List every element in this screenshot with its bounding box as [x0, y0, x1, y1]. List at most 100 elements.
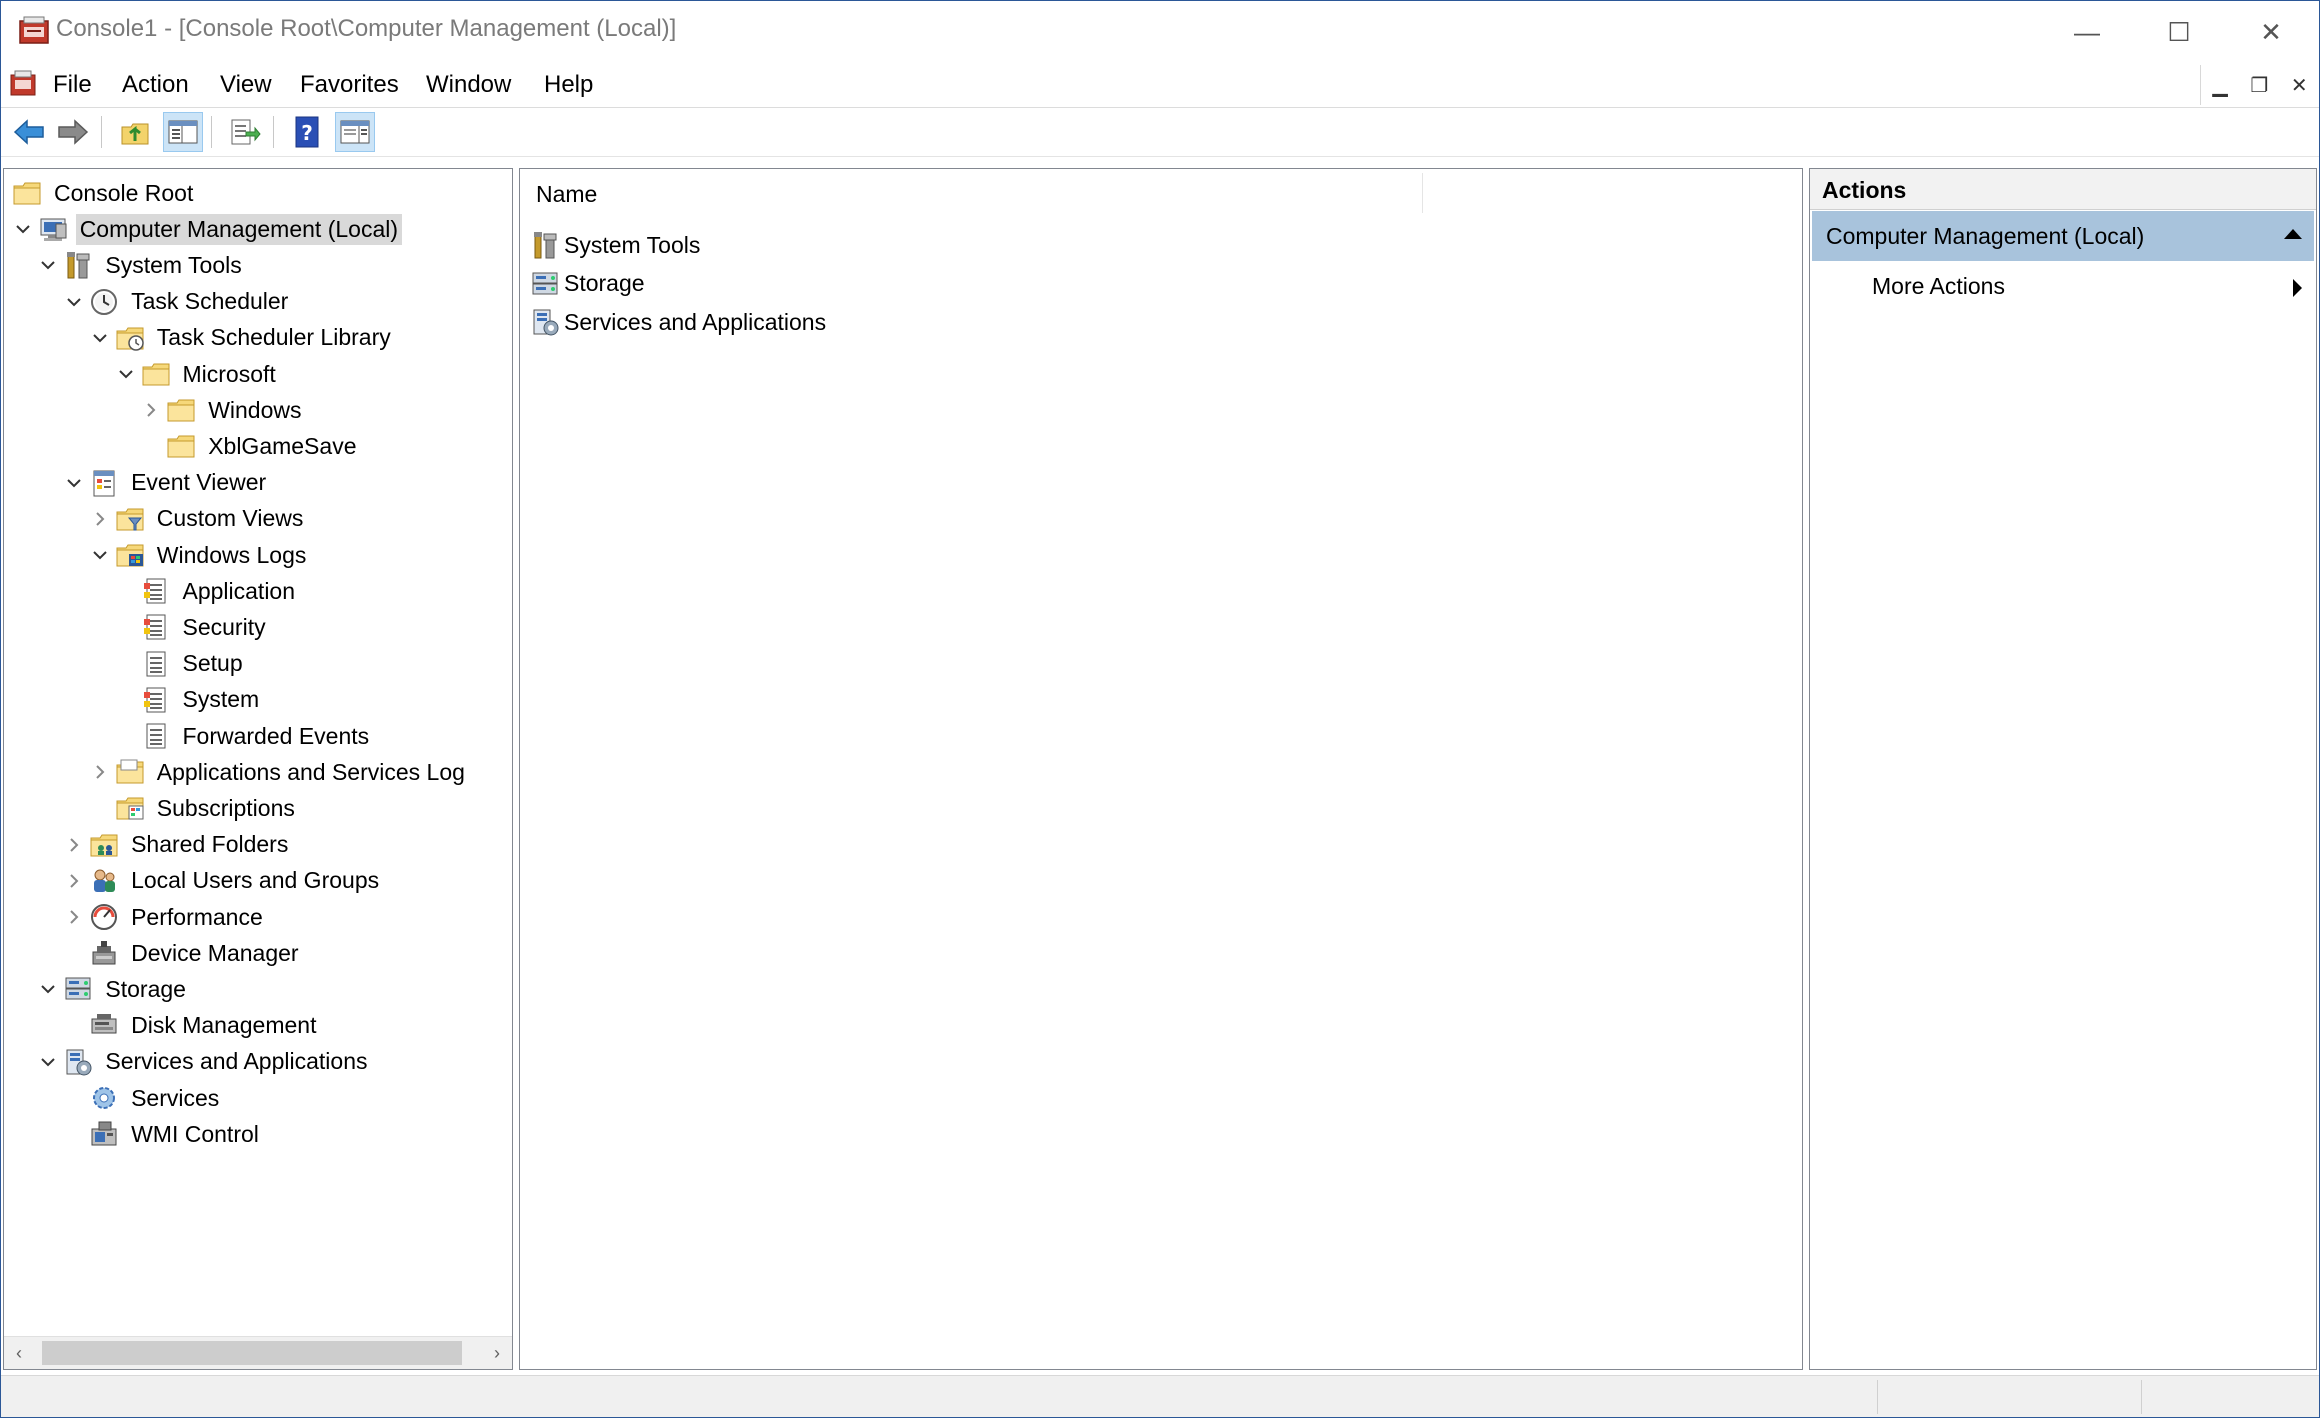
tree-node-label: Windows Logs — [156, 541, 307, 568]
tree-node[interactable]: Storage — [63, 971, 190, 1007]
users-icon — [94, 869, 116, 892]
tree-node[interactable]: Forwarded Events — [141, 718, 374, 754]
tree-node[interactable]: WMI Control — [89, 1116, 263, 1152]
menu-file[interactable]: File — [53, 71, 92, 99]
collapse-chevron-icon[interactable] — [63, 472, 85, 494]
scroll-left-button[interactable]: ‹ — [4, 1337, 34, 1369]
collapse-chevron-icon[interactable] — [37, 254, 59, 276]
list-header: Name — [520, 169, 1802, 217]
tree-node[interactable]: Shared Folders — [89, 827, 292, 863]
tree-node-label: System — [182, 686, 260, 713]
menu-view[interactable]: View — [220, 71, 272, 99]
menu-favorites[interactable]: Favorites — [300, 71, 399, 99]
mdi-restore-button[interactable]: ❐ — [2250, 73, 2268, 98]
tree-node[interactable]: Event Viewer — [89, 465, 270, 501]
scrollbar-thumb[interactable] — [42, 1341, 462, 1365]
close-button[interactable]: ✕ — [2225, 1, 2317, 63]
expand-chevron-icon[interactable] — [89, 761, 111, 783]
tree-node-label: Disk Management — [131, 1012, 317, 1039]
mdi-controls: ▁ ❐ ✕ — [2200, 65, 2319, 105]
tree-node[interactable]: Setup — [141, 646, 247, 682]
tree-node[interactable]: Services and Applications — [63, 1044, 371, 1080]
submenu-arrow-icon[interactable] — [2293, 279, 2302, 297]
tree-node[interactable]: Disk Management — [89, 1008, 320, 1044]
tree-node[interactable]: Custom Views — [115, 501, 308, 537]
show-hide-action-pane-button[interactable] — [335, 112, 375, 152]
clock-icon — [91, 288, 118, 315]
tree-node-label: Computer Management (Local) — [75, 213, 403, 245]
storage-icon — [532, 272, 558, 294]
tree-node[interactable]: Applications and Services Log — [115, 754, 469, 790]
collapse-chevron-icon[interactable] — [37, 1051, 59, 1073]
tree-node[interactable]: Application — [141, 573, 300, 609]
expand-chevron-icon[interactable] — [63, 870, 85, 892]
list-item-label: System Tools — [564, 231, 701, 258]
list-item[interactable]: Storage — [530, 266, 645, 302]
collapse-chevron-icon[interactable] — [115, 363, 137, 385]
menu-window[interactable]: Window — [426, 71, 511, 99]
horizontal-scrollbar[interactable]: ‹ › — [4, 1336, 512, 1369]
status-separator — [1877, 1380, 1878, 1414]
back-button[interactable] — [9, 112, 49, 152]
tree-node[interactable]: System Tools — [63, 247, 245, 283]
collapse-caret-icon[interactable] — [2284, 229, 2302, 239]
maximize-button[interactable]: ☐ — [2133, 1, 2225, 63]
log-plain-icon — [146, 651, 165, 677]
list-item[interactable]: System Tools — [530, 227, 700, 263]
tree-node[interactable]: Windows — [166, 392, 305, 428]
collapse-chevron-icon[interactable] — [89, 544, 111, 566]
folder-open-icon — [116, 759, 144, 784]
list-item[interactable]: Services and Applications — [530, 304, 826, 340]
collapse-chevron-icon[interactable] — [63, 291, 85, 313]
tree-node[interactable]: Microsoft — [141, 356, 280, 392]
tree-node[interactable]: Console Root — [12, 175, 197, 211]
mmc-document-icon[interactable] — [9, 69, 37, 99]
tree-node[interactable]: Computer Management (Local) — [38, 211, 403, 247]
expand-chevron-icon[interactable] — [63, 834, 85, 856]
expand-chevron-icon[interactable] — [89, 508, 111, 530]
minimize-button[interactable]: — — [2041, 1, 2133, 63]
list-item-label: Storage — [564, 270, 645, 296]
tree-node-label: System Tools — [105, 251, 242, 278]
tree-node[interactable]: System — [141, 682, 264, 718]
mdi-close-button[interactable]: ✕ — [2291, 73, 2308, 98]
tree-node[interactable]: Task Scheduler — [89, 284, 292, 320]
tree-node[interactable]: Local Users and Groups — [89, 863, 383, 899]
scroll-right-button[interactable]: › — [482, 1337, 512, 1369]
maximize-icon: ☐ — [2167, 16, 2191, 47]
tree-node[interactable]: Windows Logs — [115, 537, 311, 573]
tree-node[interactable]: Security — [141, 609, 270, 645]
tree-node[interactable]: Task Scheduler Library — [115, 320, 395, 356]
column-separator[interactable] — [1422, 173, 1423, 213]
forward-button[interactable] — [53, 112, 93, 152]
tree-node-label: Services — [131, 1084, 220, 1111]
up-one-level-button[interactable] — [115, 112, 155, 152]
expand-chevron-icon[interactable] — [140, 399, 162, 421]
more-actions-item[interactable]: More Actions — [1872, 273, 2005, 300]
folder-icon — [167, 399, 195, 422]
tree-node[interactable]: Device Manager — [89, 935, 302, 971]
folder-filter-icon — [116, 508, 144, 531]
title-bar[interactable]: Console1 - [Console Root\Computer Manage… — [1, 1, 2319, 63]
subscriptions-icon — [116, 797, 144, 820]
column-header-name[interactable]: Name — [536, 181, 597, 208]
console-tree-pane[interactable]: Console Root Computer Management (Local) S… — [3, 168, 513, 1370]
show-hide-console-tree-button[interactable] — [163, 112, 203, 152]
tree-node[interactable]: XblGameSave — [166, 428, 360, 464]
collapse-chevron-icon[interactable] — [12, 218, 34, 240]
expand-chevron-icon[interactable] — [63, 906, 85, 928]
collapse-chevron-icon[interactable] — [89, 327, 111, 349]
help-button[interactable]: ? — [287, 112, 327, 152]
export-list-button[interactable] — [225, 112, 265, 152]
close-icon: ✕ — [2260, 16, 2282, 47]
menu-action[interactable]: Action — [122, 71, 189, 99]
tree-node[interactable]: Performance — [89, 899, 267, 935]
help-icon: ? — [295, 116, 319, 148]
tree-node[interactable]: Subscriptions — [115, 790, 299, 826]
tree-node[interactable]: Services — [89, 1080, 223, 1116]
actions-section-computer-management[interactable]: Computer Management (Local) — [1812, 211, 2314, 261]
collapse-chevron-icon[interactable] — [37, 978, 59, 1000]
result-pane[interactable]: Name System Tools Storage Services and App… — [519, 168, 1803, 1370]
menu-help[interactable]: Help — [544, 71, 593, 99]
mdi-minimize-button[interactable]: ▁ — [2212, 73, 2227, 98]
